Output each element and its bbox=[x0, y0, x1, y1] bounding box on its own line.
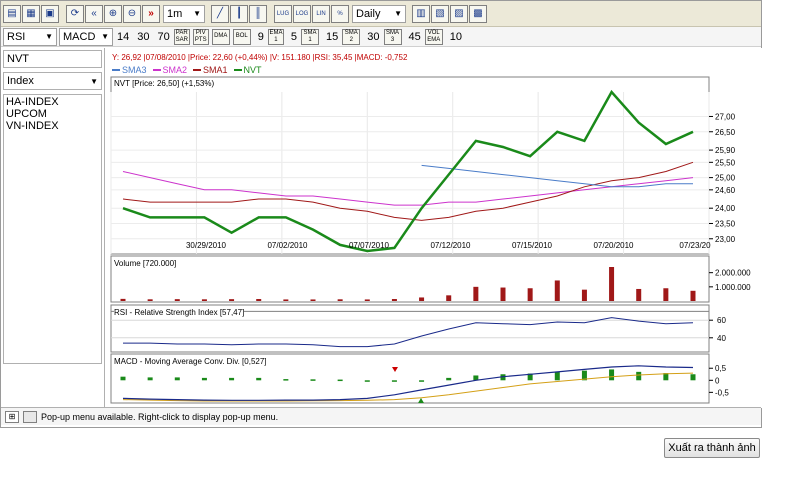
legend-label: NVT bbox=[243, 65, 262, 75]
volume-bar bbox=[256, 299, 262, 301]
volume-panel-title: Volume [720.000] bbox=[114, 259, 177, 268]
macd-panel-title: MACD - Moving Average Conv. Div. [0,527] bbox=[114, 357, 267, 366]
y-tick-label: 27,00 bbox=[715, 112, 736, 121]
volume-bar bbox=[419, 297, 425, 301]
crosshair-info: Y: 26,92 |07/08/2010 |Price: 22,60 (+0,4… bbox=[112, 53, 408, 62]
export-image-button[interactable]: Xuất ra thành ảnh bbox=[664, 438, 760, 458]
y-tick-label: 26,50 bbox=[715, 128, 736, 137]
y-tick-label: 23,50 bbox=[715, 219, 736, 228]
legend-item: SMA3 bbox=[112, 65, 147, 75]
status-text: Pop-up menu available. Right-click to di… bbox=[41, 411, 279, 422]
volume-bar bbox=[554, 280, 560, 301]
macd-histogram-bar bbox=[690, 374, 696, 381]
price-panel-title: NVT [Price: 26,50] (+1,53%) bbox=[114, 79, 215, 88]
volume-bar bbox=[581, 289, 587, 301]
chart-application: ▤ ▦ ▣ ⟳ « ⊕ ⊖ » 1m ▼ ╱ ┃ ║ LUG LOG LIN %… bbox=[0, 0, 762, 428]
macd-histogram-bar bbox=[310, 379, 316, 381]
macd-histogram-bar bbox=[419, 380, 425, 382]
macd-histogram-bar bbox=[609, 369, 615, 381]
macd-histogram-bar bbox=[120, 376, 126, 381]
x-tick-label: 07/23/20 bbox=[679, 241, 711, 250]
y-tick-label: 25,00 bbox=[715, 174, 736, 183]
y-tick-label: 0 bbox=[715, 376, 720, 385]
macd-histogram-bar bbox=[554, 371, 560, 381]
volume-bar bbox=[391, 299, 397, 301]
x-tick-label: 07/12/2010 bbox=[430, 241, 471, 250]
volume-bar bbox=[229, 299, 235, 301]
volume-bar bbox=[663, 288, 669, 301]
popup-menu-icon[interactable]: ⊞ bbox=[5, 410, 19, 423]
volume-bar bbox=[446, 295, 452, 301]
macd-histogram-bar bbox=[446, 377, 452, 381]
macd-histogram-bar bbox=[391, 380, 397, 382]
y-tick-label: 60 bbox=[717, 316, 726, 325]
legend-label: SMA3 bbox=[122, 65, 147, 75]
price-panel-frame bbox=[110, 76, 710, 255]
volume-bar bbox=[174, 299, 180, 301]
macd-histogram-bar bbox=[174, 377, 180, 381]
y-tick-label: 24,60 bbox=[715, 186, 736, 195]
x-tick-label: 30/29/2010 bbox=[186, 241, 227, 250]
macd-histogram-bar bbox=[229, 377, 235, 381]
volume-bar bbox=[310, 299, 316, 301]
volume-bar bbox=[500, 287, 506, 301]
legend-item: NVT bbox=[233, 65, 262, 75]
macd-histogram-bar bbox=[147, 377, 153, 381]
y-tick-label: 40 bbox=[717, 334, 726, 343]
volume-bar bbox=[636, 288, 642, 301]
legend-label: SMA2 bbox=[162, 65, 188, 75]
x-tick-label: 07/02/2010 bbox=[267, 241, 308, 250]
volume-panel-frame bbox=[110, 255, 710, 303]
legend-swatch bbox=[152, 69, 161, 71]
macd-histogram-bar bbox=[337, 379, 343, 382]
y-tick-label: 2.000.000 bbox=[715, 269, 751, 278]
volume-bar bbox=[527, 288, 533, 301]
volume-bar bbox=[690, 290, 696, 301]
volume-bar bbox=[283, 299, 289, 301]
legend-item: SMA1 bbox=[193, 65, 228, 75]
macd-histogram-bar bbox=[283, 379, 289, 381]
legend-swatch bbox=[193, 69, 202, 71]
chart-svg[interactable]: 27,00 26,50 25,90 25,50 25,00 24,60 24,00 23,50… bbox=[1, 1, 761, 411]
status-bar: ⊞ Pop-up menu available. Right-click to … bbox=[1, 407, 761, 425]
info-icon bbox=[23, 410, 37, 423]
y-tick-label: 23,00 bbox=[715, 235, 736, 244]
rsi-panel-title: RSI - Relative Strength Index [57,47] bbox=[114, 308, 245, 317]
y-tick-label: -0,5 bbox=[715, 388, 729, 397]
y-tick-label: 25,90 bbox=[715, 146, 736, 155]
volume-bar bbox=[120, 298, 126, 301]
legend-swatch bbox=[112, 69, 120, 71]
legend-item: SMA2 bbox=[152, 65, 188, 75]
legend-swatch bbox=[233, 69, 242, 71]
volume-bar bbox=[147, 299, 153, 301]
volume-bar bbox=[609, 267, 615, 301]
volume-bar bbox=[364, 299, 370, 301]
y-tick-label: 25,50 bbox=[715, 158, 736, 167]
y-tick-label: 24,00 bbox=[715, 204, 736, 213]
volume-bar bbox=[337, 299, 343, 301]
volume-bar bbox=[201, 299, 207, 301]
x-tick-label: 07/07/2010 bbox=[349, 241, 390, 250]
y-tick-label: 1.000.000 bbox=[715, 283, 751, 292]
x-tick-label: 07/20/2010 bbox=[593, 241, 634, 250]
macd-histogram-bar bbox=[201, 377, 207, 381]
volume-bar bbox=[473, 286, 479, 301]
legend: SMA3 SMA2 SMA1 NVT bbox=[112, 64, 262, 76]
macd-histogram-bar bbox=[364, 380, 370, 382]
x-tick-label: 07/15/2010 bbox=[512, 241, 553, 250]
macd-histogram-bar bbox=[256, 377, 262, 381]
legend-label: SMA1 bbox=[203, 65, 228, 75]
y-tick-label: 0,5 bbox=[715, 364, 727, 373]
macd-histogram-bar bbox=[636, 371, 642, 381]
